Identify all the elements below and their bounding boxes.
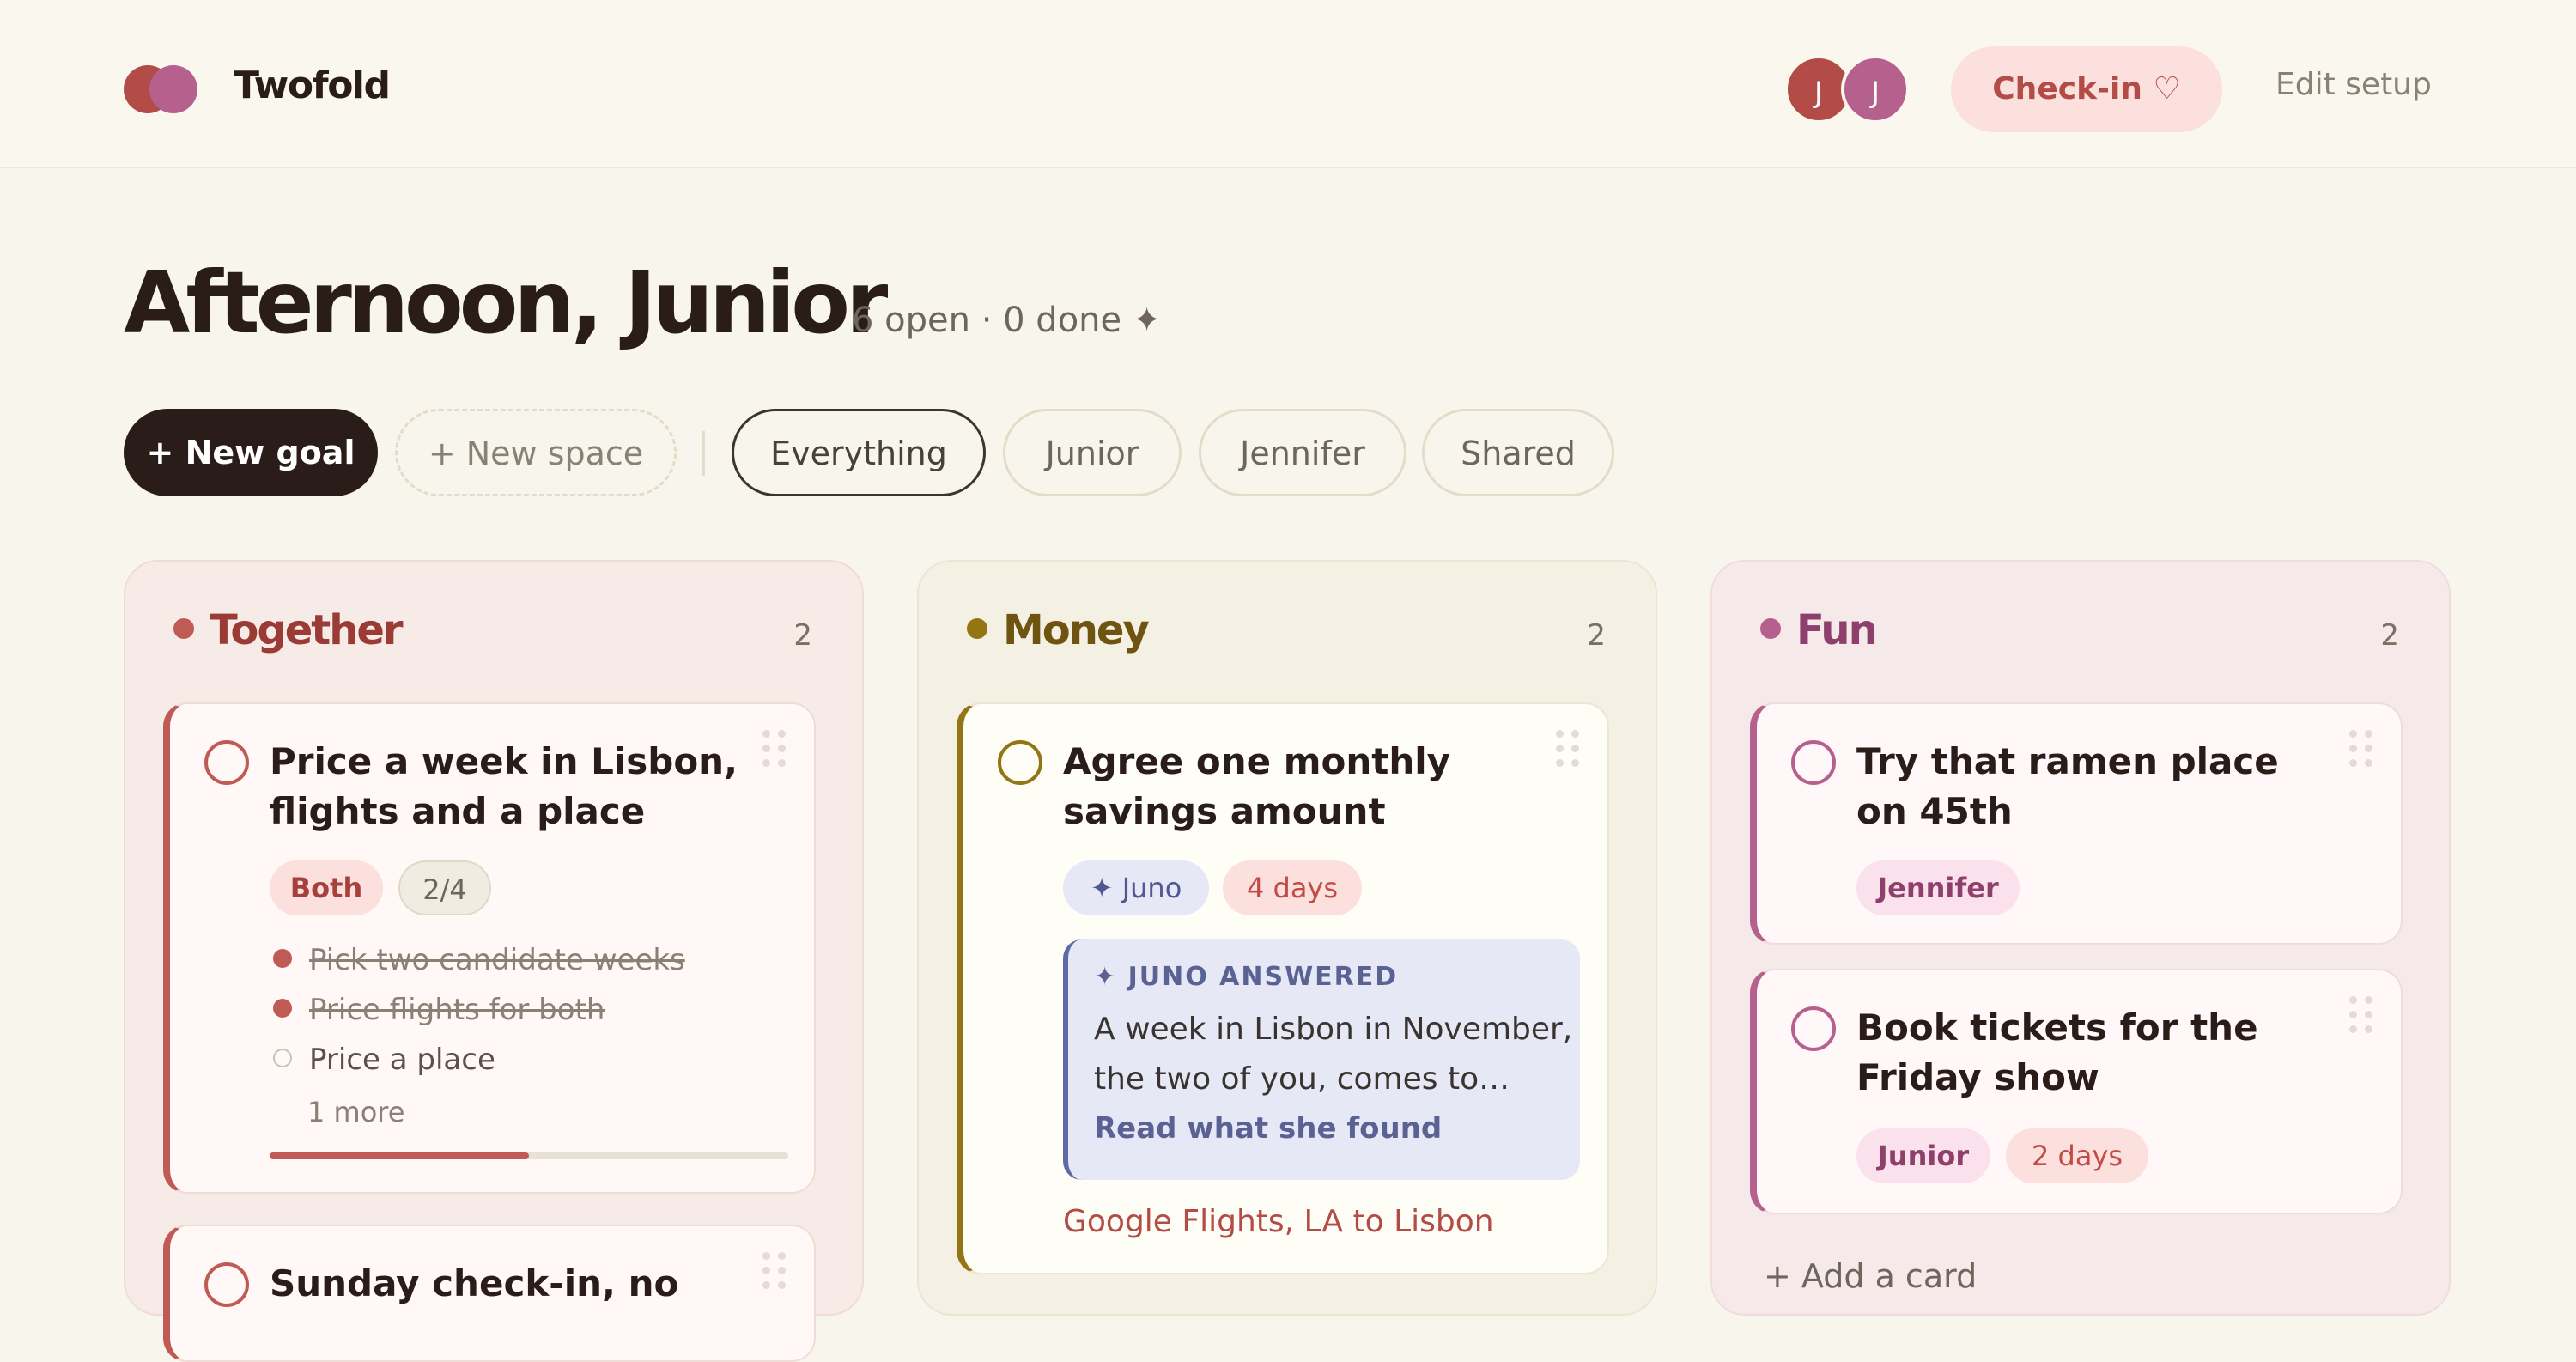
new-space-button[interactable]: + New space: [395, 409, 677, 496]
tag-both: Both: [270, 860, 383, 915]
more-subtasks-link[interactable]: 1 more: [307, 1096, 404, 1128]
bullet-done-icon: [273, 949, 292, 968]
card-title: Book tickets for the Friday show: [1856, 1006, 2258, 1098]
drag-handle-icon[interactable]: [762, 730, 792, 768]
goal-card[interactable]: Agree one monthly savings amount ✦ Juno …: [957, 702, 1609, 1274]
goal-card[interactable]: Try that ramen place on 45th Jennifer: [1750, 702, 2403, 945]
column-fun: Fun 2 Try that ramen place on 45th Jenni…: [1710, 560, 2451, 1316]
due-badge: 4 days: [1223, 860, 1362, 915]
progress-track: [270, 1152, 788, 1159]
filter-junior[interactable]: Junior: [1003, 409, 1182, 496]
subtask-item[interactable]: Price a place: [273, 1043, 495, 1077]
column-count: 2: [2380, 618, 2399, 653]
drag-handle-icon[interactable]: [2349, 730, 2379, 768]
column-count: 2: [793, 618, 812, 653]
complete-checkbox[interactable]: [1791, 740, 1836, 785]
column-title: Fun: [1796, 606, 1878, 654]
filter-shared[interactable]: Shared: [1422, 409, 1614, 496]
complete-checkbox[interactable]: [1791, 1006, 1836, 1051]
progress-fill: [270, 1152, 529, 1159]
subtask-progress-badge: 2/4: [398, 860, 491, 915]
subtask-item[interactable]: Price flights for both: [273, 993, 605, 1027]
complete-checkbox[interactable]: [204, 740, 249, 785]
column-header: Together: [173, 606, 404, 654]
column-header: Money: [967, 606, 1150, 654]
card-title: Price a week in Lisbon, flights and a pl…: [270, 740, 738, 832]
column-header: Fun: [1760, 606, 1878, 654]
page-title: Afternoon, Junior: [124, 252, 888, 353]
drag-handle-icon[interactable]: [1556, 730, 1585, 768]
task-summary: 6 open · 0 done ✦: [852, 301, 1162, 340]
column-title: Money: [1003, 606, 1150, 654]
column-dot-icon: [1760, 618, 1781, 639]
filter-jennifer[interactable]: Jennifer: [1199, 409, 1406, 496]
goal-card[interactable]: Price a week in Lisbon, flights and a pl…: [163, 702, 816, 1194]
toolbar-divider: [702, 431, 705, 476]
bullet-open-icon: [273, 1049, 292, 1067]
read-answer-link[interactable]: Read what she found: [1094, 1111, 1442, 1146]
due-badge: 2 days: [2006, 1128, 2148, 1183]
resource-link[interactable]: Google Flights, LA to Lisbon: [1063, 1204, 1494, 1239]
column-dot-icon: [173, 618, 194, 639]
app-name: Twofold: [234, 64, 391, 107]
add-card-button[interactable]: + Add a card: [1764, 1257, 1977, 1295]
juno-answer-panel: ✦ JUNO ANSWERED A week in Lisbon in Nove…: [1063, 939, 1580, 1180]
drag-handle-icon[interactable]: [762, 1252, 792, 1290]
complete-checkbox[interactable]: [998, 740, 1042, 785]
juno-answer-text: A week in Lisbon in November, the two of…: [1094, 1012, 1573, 1097]
column-dot-icon: [967, 618, 987, 639]
goal-card[interactable]: Sunday check-in, no: [163, 1225, 816, 1362]
card-title: Agree one monthly savings amount: [1063, 740, 1451, 832]
subtask-item[interactable]: Pick two candidate weeks: [273, 943, 685, 977]
check-in-button[interactable]: Check-in ♡: [1951, 46, 2222, 132]
column-count: 2: [1587, 618, 1606, 653]
top-bar: Twofold J J Check-in ♡ Edit setup: [0, 0, 2576, 168]
filter-everything[interactable]: Everything: [732, 409, 986, 496]
twofold-logo-icon: [124, 65, 201, 113]
tag-jennifer: Jennifer: [1856, 860, 2020, 915]
column-money: Money 2 Agree one monthly savings amount…: [917, 560, 1657, 1316]
new-goal-button[interactable]: + New goal: [124, 409, 378, 496]
complete-checkbox[interactable]: [204, 1262, 249, 1307]
drag-handle-icon[interactable]: [2349, 996, 2379, 1034]
goal-card[interactable]: Book tickets for the Friday show Junior …: [1750, 969, 2403, 1214]
tag-juno: ✦ Juno: [1063, 860, 1209, 915]
juno-answer-heading: ✦ JUNO ANSWERED: [1094, 962, 1399, 992]
edit-setup-link[interactable]: Edit setup: [2275, 67, 2432, 102]
tag-junior: Junior: [1856, 1128, 1990, 1183]
card-title: Sunday check-in, no: [270, 1262, 679, 1304]
card-title: Try that ramen place on 45th: [1856, 740, 2279, 832]
bullet-done-icon: [273, 999, 292, 1018]
avatar-jennifer[interactable]: J: [1841, 55, 1910, 124]
column-together: Together 2 Price a week in Lisbon, fligh…: [124, 560, 864, 1362]
column-title: Together: [210, 606, 404, 654]
